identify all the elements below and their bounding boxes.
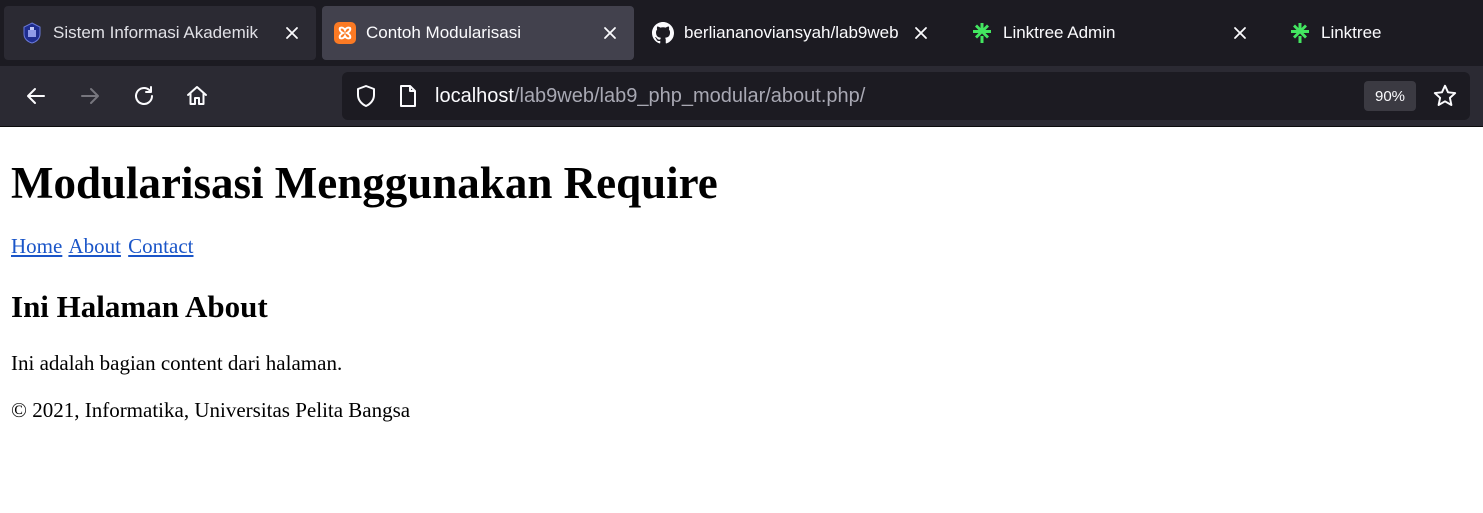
- close-tab-icon[interactable]: [911, 23, 931, 43]
- reload-icon: [135, 86, 153, 105]
- tab-label: berliananoviansyah/lab9web: [684, 23, 899, 42]
- github-icon: [652, 22, 674, 44]
- zoom-level-button[interactable]: 90%: [1364, 81, 1416, 111]
- tab-label: Sistem Informasi Akademik: [53, 23, 259, 42]
- tab-linktree[interactable]: Linktree: [1277, 6, 1477, 60]
- tab-contoh-modularisasi[interactable]: Contoh Modularisasi: [322, 6, 634, 60]
- page-footer: © 2021, Informatika, Universitas Pelita …: [11, 398, 411, 422]
- content-paragraph: Ini adalah bagian content dari halaman.: [11, 351, 343, 375]
- url-text[interactable]: localhost/lab9web/lab9_php_modular/about…: [435, 72, 865, 120]
- nav-link-contact[interactable]: Contact: [128, 234, 193, 258]
- url-host: localhost: [435, 85, 514, 107]
- navigation-toolbar: localhost/lab9web/lab9_php_modular/about…: [0, 66, 1483, 127]
- tab-strip: Sistem Informasi Akademik Contoh Modular…: [0, 0, 1483, 66]
- section-heading: Ini Halaman About: [11, 289, 268, 324]
- site-nav: Home About Contact: [11, 234, 196, 259]
- tab-sistem-informasi-akademik[interactable]: Sistem Informasi Akademik: [4, 6, 316, 60]
- linktree-icon: [971, 22, 993, 44]
- page-heading: Modularisasi Menggunakan Require: [11, 158, 718, 208]
- forward-arrow-icon: [81, 88, 99, 104]
- home-icon: [187, 86, 207, 105]
- back-button[interactable]: [18, 78, 54, 114]
- bookmark-star-icon[interactable]: [1432, 83, 1458, 109]
- url-path: /lab9web/lab9_php_modular/about.php/: [513, 85, 866, 107]
- forward-button[interactable]: [72, 78, 108, 114]
- reload-button[interactable]: [126, 78, 162, 114]
- home-button[interactable]: [179, 78, 215, 114]
- back-arrow-icon: [27, 88, 45, 104]
- tab-label: Contoh Modularisasi: [366, 23, 521, 42]
- close-tab-icon[interactable]: [282, 23, 302, 43]
- address-bar[interactable]: localhost/lab9web/lab9_php_modular/about…: [342, 72, 1470, 120]
- linktree-icon: [1289, 22, 1311, 44]
- close-tab-icon[interactable]: [600, 23, 620, 43]
- page-info-icon[interactable]: [397, 84, 419, 108]
- tracking-protection-shield-icon[interactable]: [354, 84, 378, 108]
- nav-link-about[interactable]: About: [68, 234, 121, 258]
- tab-label: Linktree Admin: [1003, 23, 1116, 42]
- close-tab-icon[interactable]: [1230, 23, 1250, 43]
- tab-github-lab9web[interactable]: berliananoviansyah/lab9web: [640, 6, 945, 60]
- tab-linktree-admin[interactable]: Linktree Admin: [959, 6, 1264, 60]
- xampp-icon: [334, 22, 356, 44]
- nav-link-home[interactable]: Home: [11, 234, 62, 258]
- university-logo-icon: [21, 22, 43, 44]
- tab-label: Linktree: [1321, 23, 1382, 42]
